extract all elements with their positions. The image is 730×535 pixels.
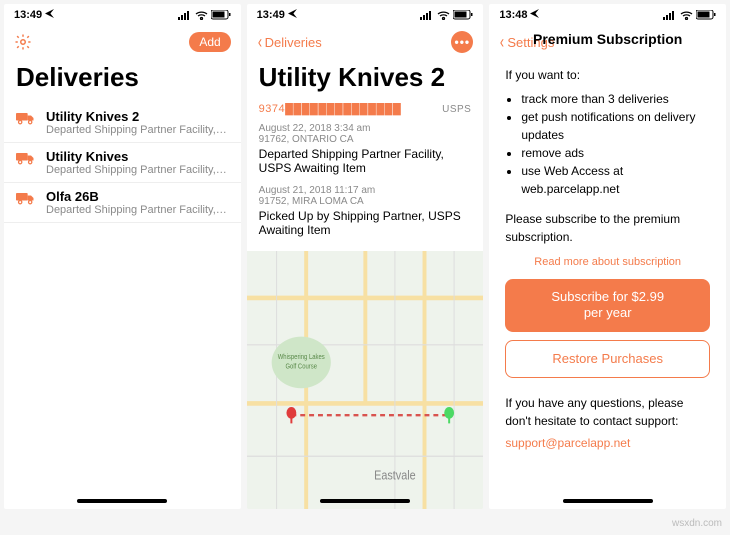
gear-icon[interactable]	[14, 33, 32, 51]
item-status: Departed Shipping Partner Facility, USPS…	[46, 164, 229, 176]
screen-deliveries-list: 13:49 Add Deliveries Utility Knives 2 De…	[4, 4, 241, 509]
signal-icon	[420, 11, 434, 20]
feature-list: track more than 3 deliveries get push no…	[505, 90, 710, 198]
event-location: 91752, MIRA LOMA CA	[259, 196, 472, 207]
more-button[interactable]: •••	[451, 31, 473, 53]
screen-delivery-detail: 13:49 ‹ Deliveries ••• Utility Knives 2 …	[247, 4, 484, 509]
subscribe-button[interactable]: Subscribe for $2.99 per year	[505, 279, 710, 333]
carrier-label: USPS	[442, 104, 471, 115]
deliveries-list: Utility Knives 2 Departed Shipping Partn…	[4, 103, 241, 223]
item-name: Utility Knives	[46, 149, 229, 164]
list-item[interactable]: Utility Knives 2 Departed Shipping Partn…	[4, 103, 241, 143]
location-icon	[530, 9, 539, 21]
restore-button[interactable]: Restore Purchases	[505, 340, 710, 378]
status-indicators	[420, 10, 473, 20]
tracking-number[interactable]: 9374██████████████	[259, 103, 402, 115]
feature-item: get push notifications on delivery updat…	[521, 108, 710, 144]
feature-item: remove ads	[521, 144, 710, 162]
read-more-link[interactable]: Read more about subscription	[505, 254, 710, 271]
subscribe-line2: per year	[513, 305, 702, 322]
map-label-city: Eastvale	[374, 468, 416, 483]
location-icon	[288, 9, 297, 21]
home-indicator[interactable]	[320, 499, 410, 503]
status-time: 13:48	[499, 9, 527, 21]
page-title: Utility Knives 2	[247, 58, 484, 103]
status-bar: 13:48	[489, 4, 726, 26]
truck-icon	[16, 191, 36, 208]
subscribe-line1: Subscribe for $2.99	[513, 289, 702, 306]
signal-icon	[178, 11, 192, 20]
item-name: Olfa 26B	[46, 189, 229, 204]
feature-item: use Web Access at web.parcelapp.net	[521, 162, 710, 198]
map-view[interactable]: Whispering Lakes Golf Course Eastvale	[247, 251, 484, 509]
please-text: Please subscribe to the premium subscrip…	[505, 210, 710, 246]
back-button[interactable]: ‹ Settings	[499, 33, 554, 51]
truck-icon	[16, 111, 36, 128]
support-email-link[interactable]: support@parcelapp.net	[505, 434, 710, 452]
status-indicators	[178, 10, 231, 20]
wifi-icon	[437, 11, 450, 20]
intro-text: If you want to:	[505, 66, 710, 84]
back-button[interactable]: ‹ Deliveries	[257, 33, 322, 51]
add-button[interactable]: Add	[189, 32, 230, 52]
status-time: 13:49	[257, 9, 285, 21]
tracking-event: August 21, 2018 11:17 am 91752, MIRA LOM…	[259, 185, 472, 237]
item-status: Departed Shipping Partner Facility, USPS…	[46, 204, 229, 216]
list-item[interactable]: Utility Knives Departed Shipping Partner…	[4, 143, 241, 183]
chevron-left-icon: ‹	[258, 33, 262, 51]
battery-icon	[453, 10, 473, 20]
event-timestamp: August 21, 2018 11:17 am	[259, 185, 472, 196]
truck-icon	[16, 151, 36, 168]
event-timestamp: August 22, 2018 3:34 am	[259, 123, 472, 134]
status-time: 13:49	[14, 9, 42, 21]
map-label-golf: Whispering Lakes	[277, 353, 325, 361]
page-title: Deliveries	[4, 58, 241, 103]
list-item[interactable]: Olfa 26B Departed Shipping Partner Facil…	[4, 183, 241, 223]
location-icon	[45, 9, 54, 21]
event-description: Picked Up by Shipping Partner, USPS Awai…	[259, 209, 472, 237]
nav-bar: ‹ Deliveries •••	[247, 26, 484, 58]
status-bar: 13:49	[4, 4, 241, 26]
status-bar: 13:49	[247, 4, 484, 26]
home-indicator[interactable]	[77, 499, 167, 503]
contact-intro: If you have any questions, please don't …	[505, 394, 710, 430]
status-indicators	[663, 10, 716, 20]
svg-text:Golf Course: Golf Course	[285, 363, 317, 371]
home-indicator[interactable]	[563, 499, 653, 503]
event-location: 91762, ONTARIO CA	[259, 134, 472, 145]
feature-item: track more than 3 deliveries	[521, 90, 710, 108]
back-label: Deliveries	[265, 35, 322, 50]
nav-bar: Add	[4, 26, 241, 58]
item-name: Utility Knives 2	[46, 109, 229, 124]
signal-icon	[663, 11, 677, 20]
event-description: Departed Shipping Partner Facility, USPS…	[259, 147, 472, 175]
battery-icon	[211, 10, 231, 20]
tracking-event: August 22, 2018 3:34 am 91762, ONTARIO C…	[259, 123, 472, 175]
back-label: Settings	[507, 35, 554, 50]
wifi-icon	[195, 11, 208, 20]
nav-bar: ‹ Settings	[489, 26, 726, 58]
battery-icon	[696, 10, 716, 20]
item-status: Departed Shipping Partner Facility, USPS…	[46, 124, 229, 136]
wifi-icon	[680, 11, 693, 20]
chevron-left-icon: ‹	[500, 33, 504, 51]
ellipsis-icon: •••	[455, 35, 471, 49]
screen-premium: 13:48 ‹ Settings Premium Subscription If…	[489, 4, 726, 509]
watermark: wsxdn.com	[672, 518, 722, 529]
